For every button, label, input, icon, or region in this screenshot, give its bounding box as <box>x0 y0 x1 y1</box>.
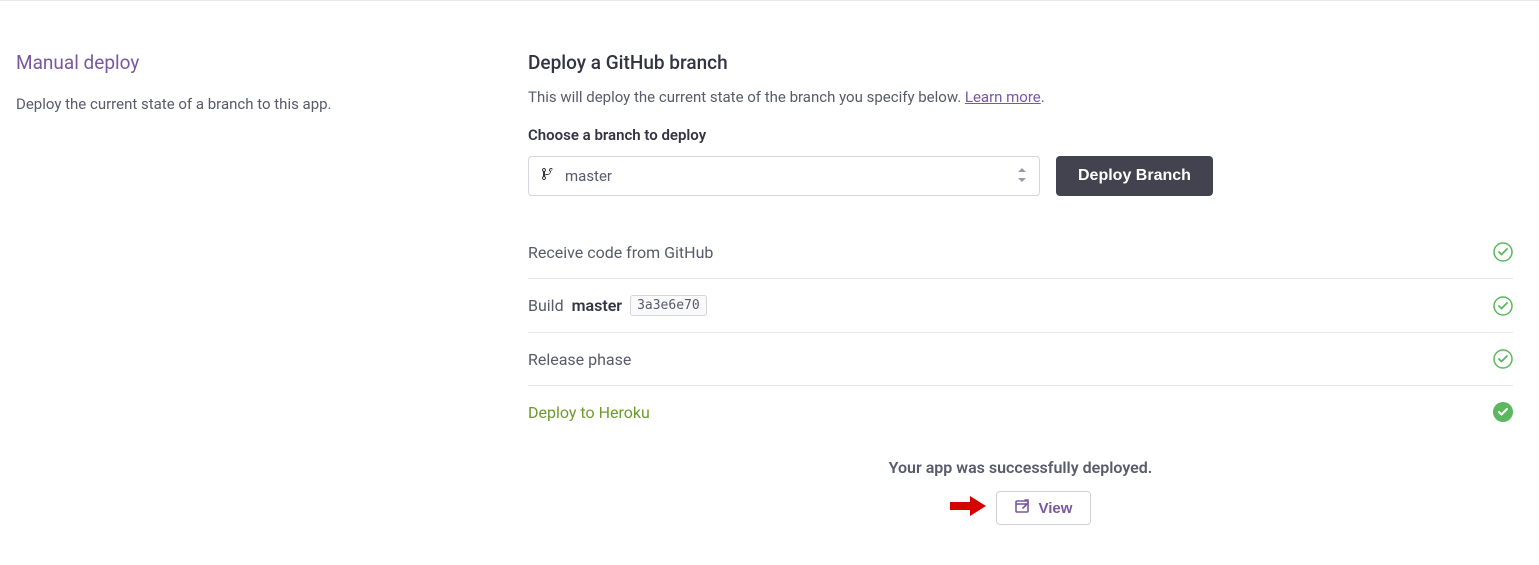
view-button[interactable]: View <box>996 491 1092 525</box>
success-block: Your app was successfully deployed. View <box>528 458 1513 525</box>
right-column: Deploy a GitHub branch This will deploy … <box>528 51 1523 525</box>
arrow-right-icon <box>950 494 986 522</box>
choose-branch-label: Choose a branch to deploy <box>528 126 1513 144</box>
branch-name: master <box>565 167 1017 185</box>
check-circle-solid-icon <box>1493 402 1513 422</box>
panel-title: Deploy a GitHub branch <box>528 51 1513 74</box>
up-down-icon <box>1017 168 1027 185</box>
section-title: Manual deploy <box>16 51 488 74</box>
step-receive-code: Receive code from GitHub <box>528 226 1513 279</box>
panel-desc-text: This will deploy the current state of th… <box>528 88 965 106</box>
step-label: Deploy to Heroku <box>528 403 650 422</box>
panel-description: This will deploy the current state of th… <box>528 88 1513 106</box>
step-release-phase: Release phase <box>528 333 1513 386</box>
step-deploy-to-heroku: Deploy to Heroku <box>528 386 1513 438</box>
learn-more-link[interactable]: Learn more <box>965 88 1041 106</box>
manual-deploy-section: Manual deploy Deploy the current state o… <box>0 1 1539 565</box>
check-circle-outline-icon <box>1493 349 1513 369</box>
left-column: Manual deploy Deploy the current state o… <box>16 51 528 525</box>
view-row: View <box>528 491 1513 525</box>
check-circle-outline-icon <box>1493 296 1513 316</box>
branch-select[interactable]: master <box>528 156 1040 196</box>
step-build-branch: master <box>572 296 622 315</box>
step-release-text: Release phase <box>528 350 631 369</box>
view-button-label: View <box>1039 500 1073 517</box>
section-description: Deploy the current state of a branch to … <box>16 92 488 116</box>
step-build: Build master 3a3e6e70 <box>528 279 1513 333</box>
external-link-icon <box>1015 499 1031 517</box>
step-receive-text: Receive code from GitHub <box>528 243 713 262</box>
panel-desc-suffix: . <box>1041 88 1045 106</box>
step-label: Receive code from GitHub <box>528 243 713 262</box>
branch-deploy-row: master Deploy Branch <box>528 156 1513 196</box>
step-build-prefix: Build <box>528 296 564 315</box>
deploy-branch-button[interactable]: Deploy Branch <box>1056 156 1213 196</box>
step-deploy-text: Deploy to Heroku <box>528 403 650 422</box>
git-branch-icon <box>541 166 555 186</box>
check-circle-outline-icon <box>1493 242 1513 262</box>
step-label: Build master 3a3e6e70 <box>528 295 707 316</box>
success-message: Your app was successfully deployed. <box>528 458 1513 477</box>
step-label: Release phase <box>528 350 631 369</box>
commit-hash: 3a3e6e70 <box>630 295 707 316</box>
